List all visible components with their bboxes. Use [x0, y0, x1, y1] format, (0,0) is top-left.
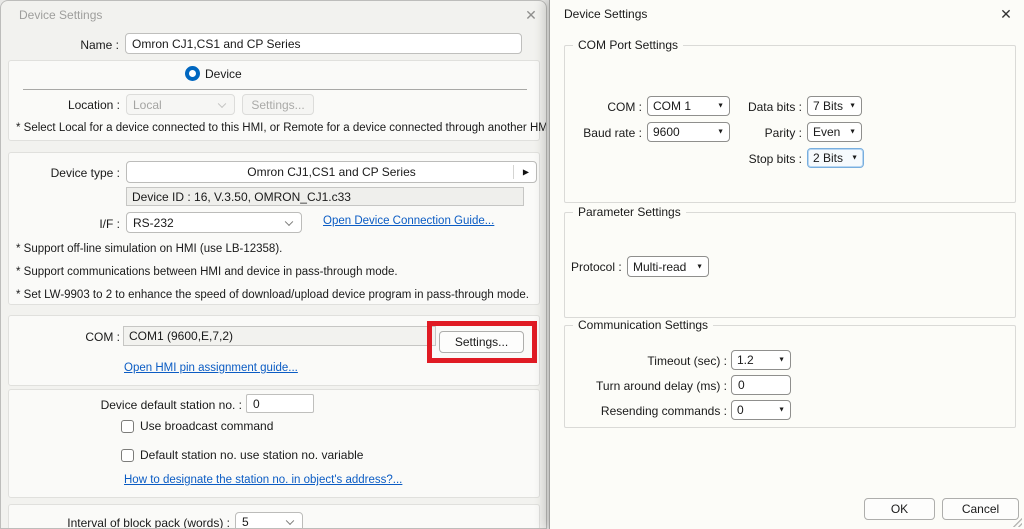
parity-dropdown[interactable]: Even ▼: [807, 122, 862, 142]
protocol-label: Protocol :: [571, 260, 622, 274]
location-value: Local: [133, 97, 162, 112]
expand-right-icon[interactable]: ▶: [523, 168, 529, 177]
chevron-down-icon: [285, 516, 295, 526]
station-input[interactable]: [246, 394, 314, 413]
com-value-field: COM1 (9600,E,7,2): [123, 326, 436, 346]
parameter-settings-group: Parameter Settings Protocol : Multi-read…: [564, 205, 1016, 318]
com-settings-button[interactable]: Settings...: [439, 331, 524, 353]
dropdown-arrow-icon: ▼: [778, 406, 785, 414]
stop-bits-dropdown[interactable]: 2 Bits ▼: [807, 148, 864, 168]
panel-divider: [23, 89, 527, 90]
com-settings-dialog: Device Settings ✕ COM Port Settings COM …: [549, 0, 1024, 529]
if-value: RS-232: [133, 215, 174, 230]
stop-bits-value: 2 Bits: [813, 151, 844, 165]
dropdown-arrow-icon: ▼: [696, 263, 703, 270]
turn-around-delay-label: Turn around delay (ms) :: [596, 379, 727, 393]
com-label: COM :: [607, 100, 642, 114]
window-title: Device Settings: [19, 8, 103, 22]
location-dropdown[interactable]: Local: [126, 94, 235, 115]
resending-commands-value: 0: [737, 403, 744, 417]
timeout-dropdown[interactable]: 1.2 ▼: [731, 350, 791, 370]
support-note-2: * Support communications between HMI and…: [16, 266, 398, 278]
hmi-pin-guide-link[interactable]: Open HMI pin assignment guide...: [124, 362, 298, 374]
default-station-checkbox-label: Default station no. use station no. vari…: [140, 448, 364, 462]
device-type-panel: Device type : Omron CJ1,CS1 and CP Serie…: [8, 152, 540, 305]
interval-dropdown[interactable]: 5: [235, 512, 303, 529]
cancel-button[interactable]: Cancel: [942, 498, 1019, 520]
name-input[interactable]: [125, 33, 522, 54]
device-type-label: Device type :: [50, 166, 120, 180]
if-dropdown[interactable]: RS-232: [126, 212, 302, 233]
communication-settings-group: Communication Settings Timeout (sec) : 1…: [564, 318, 1016, 428]
default-station-checkbox-row[interactable]: Default station no. use station no. vari…: [121, 448, 363, 462]
broadcast-checkbox-label: Use broadcast command: [140, 419, 274, 433]
protocol-value: Multi-read: [633, 259, 687, 274]
combobox-divider: [513, 165, 514, 179]
location-note: * Select Local for a device connected to…: [16, 122, 547, 134]
interval-label: Interval of block pack (words) :: [67, 516, 230, 529]
com-port-settings-group: COM Port Settings COM : COM 1 ▼ Data bit…: [564, 38, 1016, 203]
parameter-settings-title: Parameter Settings: [573, 205, 686, 219]
dropdown-arrow-icon: ▼: [849, 102, 856, 110]
station-designate-link[interactable]: How to designate the station no. in obje…: [124, 474, 402, 486]
timeout-label: Timeout (sec) :: [647, 354, 727, 368]
block-pack-panel: Interval of block pack (words) : 5: [8, 504, 540, 529]
broadcast-checkbox-row[interactable]: Use broadcast command: [121, 419, 273, 433]
window-title: Device Settings: [564, 7, 648, 21]
device-type-value: Omron CJ1,CS1 and CP Series: [247, 165, 416, 179]
parity-value: Even: [813, 125, 841, 139]
support-note-1: * Support off-line simulation on HMI (us…: [16, 243, 283, 255]
protocol-dropdown[interactable]: Multi-read ▼: [627, 256, 709, 277]
communication-settings-title: Communication Settings: [573, 318, 714, 332]
chevron-down-icon: [217, 99, 227, 108]
com-panel: COM : COM1 (9600,E,7,2) Settings... Open…: [8, 315, 540, 386]
device-radio-row[interactable]: Device: [185, 66, 242, 81]
location-settings-button[interactable]: Settings...: [242, 94, 314, 115]
turn-around-delay-input[interactable]: [731, 375, 791, 395]
location-label: Location :: [67, 98, 120, 112]
device-id-field: Device ID : 16, V.3.50, OMRON_CJ1.c33: [126, 187, 524, 206]
data-bits-label: Data bits :: [747, 100, 802, 114]
device-settings-dialog: Device Settings ✕ Name : Device Location…: [0, 0, 547, 529]
resending-commands-label: Resending commands :: [600, 404, 727, 418]
chevron-down-icon: [284, 217, 294, 226]
dropdown-arrow-icon: ▼: [849, 128, 856, 136]
com-label: COM :: [85, 330, 120, 344]
stop-bits-label: Stop bits :: [748, 152, 802, 166]
device-radio-selected-icon[interactable]: [185, 66, 200, 81]
data-bits-dropdown[interactable]: 7 Bits ▼: [807, 96, 862, 116]
checkbox-unchecked-icon[interactable]: [121, 448, 134, 462]
station-label: Device default station no. :: [100, 398, 242, 412]
checkbox-unchecked-icon[interactable]: [121, 419, 134, 433]
device-type-combobox[interactable]: Omron CJ1,CS1 and CP Series ▶: [126, 161, 537, 183]
close-icon[interactable]: ✕: [521, 5, 541, 25]
timeout-value: 1.2: [737, 353, 754, 367]
device-connection-guide-link[interactable]: Open Device Connection Guide...: [323, 215, 494, 227]
interval-value: 5: [242, 515, 249, 529]
dropdown-arrow-icon: ▼: [851, 154, 858, 162]
name-label: Name :: [80, 38, 119, 52]
device-location-panel: Device Location : Local Settings... * Se…: [8, 60, 546, 141]
data-bits-value: 7 Bits: [813, 99, 844, 113]
station-panel: Device default station no. : Use broadca…: [8, 389, 540, 498]
baud-rate-label: Baud rate :: [583, 126, 642, 140]
device-radio-label: Device: [205, 66, 242, 81]
close-icon[interactable]: ✕: [996, 4, 1016, 24]
resending-commands-dropdown[interactable]: 0 ▼: [731, 400, 791, 420]
if-label: I/F :: [99, 217, 120, 231]
parity-label: Parity :: [764, 126, 802, 140]
dropdown-arrow-icon: ▼: [778, 356, 785, 364]
ok-button[interactable]: OK: [864, 498, 935, 520]
support-note-3: * Set LW-9903 to 2 to enhance the speed …: [16, 289, 529, 301]
com-port-settings-title: COM Port Settings: [573, 38, 684, 52]
